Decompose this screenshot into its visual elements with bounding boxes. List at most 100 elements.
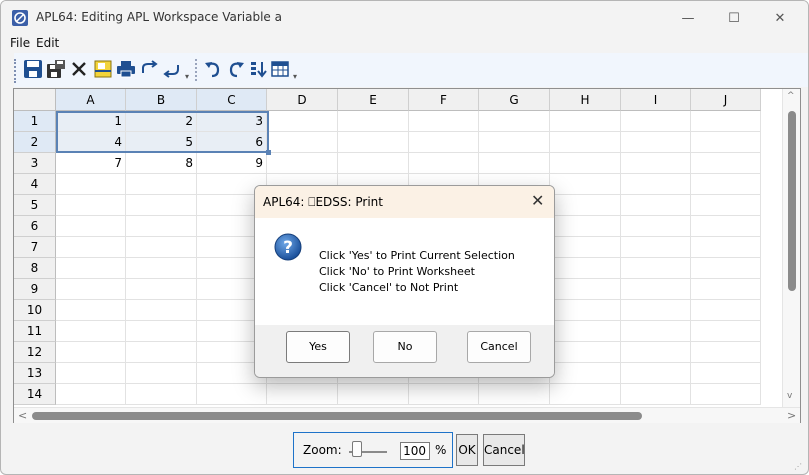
column-header-i[interactable]: I <box>621 89 691 111</box>
cell-j3[interactable] <box>691 153 761 174</box>
cell-h13[interactable] <box>550 363 621 384</box>
cell-j12[interactable] <box>691 342 761 363</box>
grid-corner[interactable] <box>14 89 56 111</box>
scroll-down-icon[interactable]: v <box>787 391 792 401</box>
row-header-11[interactable]: 11 <box>14 321 56 342</box>
dialog-close-button[interactable]: ✕ <box>531 191 544 210</box>
cell-h10[interactable] <box>550 300 621 321</box>
cell-j10[interactable] <box>691 300 761 321</box>
horizontal-scrollbar[interactable]: < > <box>14 407 800 423</box>
cell-i9[interactable] <box>621 279 691 300</box>
cell-b9[interactable] <box>126 279 197 300</box>
row-header-6[interactable]: 6 <box>14 216 56 237</box>
cell-h3[interactable] <box>550 153 621 174</box>
zoom-slider-thumb[interactable] <box>352 441 362 457</box>
row-header-5[interactable]: 5 <box>14 195 56 216</box>
print-button[interactable] <box>115 58 137 80</box>
cell-b1[interactable]: 2 <box>126 111 197 132</box>
cell-h5[interactable] <box>550 195 621 216</box>
cancel-button[interactable]: Cancel <box>483 434 525 466</box>
cell-j9[interactable] <box>691 279 761 300</box>
menu-edit[interactable]: Edit <box>36 36 59 50</box>
no-button[interactable]: No <box>373 331 437 363</box>
cell-d3[interactable] <box>267 153 338 174</box>
cell-a1[interactable]: 1 <box>56 111 126 132</box>
close-file-button[interactable] <box>68 58 90 80</box>
row-header-10[interactable]: 10 <box>14 300 56 321</box>
row-header-8[interactable]: 8 <box>14 258 56 279</box>
dialog-cancel-button[interactable]: Cancel <box>467 331 531 363</box>
cell-a11[interactable] <box>56 321 126 342</box>
cell-h11[interactable] <box>550 321 621 342</box>
redirect-left-button[interactable] <box>161 58 183 80</box>
cell-h8[interactable] <box>550 258 621 279</box>
cell-i7[interactable] <box>621 237 691 258</box>
selection-fill-handle[interactable] <box>266 150 271 155</box>
cell-i5[interactable] <box>621 195 691 216</box>
cell-i6[interactable] <box>621 216 691 237</box>
cell-g1[interactable] <box>479 111 550 132</box>
column-header-e[interactable]: E <box>338 89 409 111</box>
toolbar-dropdown-icon[interactable]: ▾ <box>185 72 189 81</box>
cell-b3[interactable]: 8 <box>126 153 197 174</box>
scroll-up-icon[interactable]: ^ <box>787 91 795 101</box>
cell-b12[interactable] <box>126 342 197 363</box>
horizontal-scroll-thumb[interactable] <box>32 412 642 420</box>
cell-a9[interactable] <box>56 279 126 300</box>
cell-c3[interactable]: 9 <box>197 153 267 174</box>
cell-h4[interactable] <box>550 174 621 195</box>
cell-e3[interactable] <box>338 153 409 174</box>
maximize-button[interactable]: ☐ <box>711 1 757 35</box>
cell-f3[interactable] <box>409 153 479 174</box>
cell-h2[interactable] <box>550 132 621 153</box>
column-header-g[interactable]: G <box>479 89 550 111</box>
cell-b8[interactable] <box>126 258 197 279</box>
row-header-1[interactable]: 1 <box>14 111 56 132</box>
cell-a14[interactable] <box>56 384 126 405</box>
cell-f14[interactable] <box>409 384 479 405</box>
cell-h9[interactable] <box>550 279 621 300</box>
column-header-d[interactable]: D <box>267 89 338 111</box>
row-header-13[interactable]: 13 <box>14 363 56 384</box>
cell-j6[interactable] <box>691 216 761 237</box>
row-header-3[interactable]: 3 <box>14 153 56 174</box>
cell-h7[interactable] <box>550 237 621 258</box>
cell-b13[interactable] <box>126 363 197 384</box>
cell-a13[interactable] <box>56 363 126 384</box>
cell-b4[interactable] <box>126 174 197 195</box>
cell-i12[interactable] <box>621 342 691 363</box>
cell-f2[interactable] <box>409 132 479 153</box>
vertical-scrollbar[interactable]: ^ v <box>782 89 800 407</box>
scroll-right-icon[interactable]: > <box>787 409 796 422</box>
cell-g3[interactable] <box>479 153 550 174</box>
cell-a10[interactable] <box>56 300 126 321</box>
cell-a6[interactable] <box>56 216 126 237</box>
cell-j1[interactable] <box>691 111 761 132</box>
sort-button[interactable] <box>247 58 269 80</box>
zoom-value-input[interactable]: 100 <box>400 442 430 460</box>
row-header-9[interactable]: 9 <box>14 279 56 300</box>
cell-b10[interactable] <box>126 300 197 321</box>
cell-j11[interactable] <box>691 321 761 342</box>
cell-h6[interactable] <box>550 216 621 237</box>
minimize-button[interactable]: — <box>665 1 711 35</box>
cell-i3[interactable] <box>621 153 691 174</box>
row-header-14[interactable]: 14 <box>14 384 56 405</box>
cell-e14[interactable] <box>338 384 409 405</box>
row-header-12[interactable]: 12 <box>14 342 56 363</box>
cell-j13[interactable] <box>691 363 761 384</box>
resize-grip-icon[interactable]: ⋰ <box>794 462 802 471</box>
cell-a7[interactable] <box>56 237 126 258</box>
cell-a3[interactable]: 7 <box>56 153 126 174</box>
cell-h12[interactable] <box>550 342 621 363</box>
row-header-2[interactable]: 2 <box>14 132 56 153</box>
cell-c2[interactable]: 6 <box>197 132 267 153</box>
menu-file[interactable]: File <box>10 36 30 50</box>
cell-b2[interactable]: 5 <box>126 132 197 153</box>
column-header-h[interactable]: H <box>550 89 621 111</box>
save-button[interactable] <box>22 58 44 80</box>
undo-button[interactable] <box>202 58 224 80</box>
cell-i1[interactable] <box>621 111 691 132</box>
cell-i2[interactable] <box>621 132 691 153</box>
column-header-j[interactable]: J <box>691 89 761 111</box>
